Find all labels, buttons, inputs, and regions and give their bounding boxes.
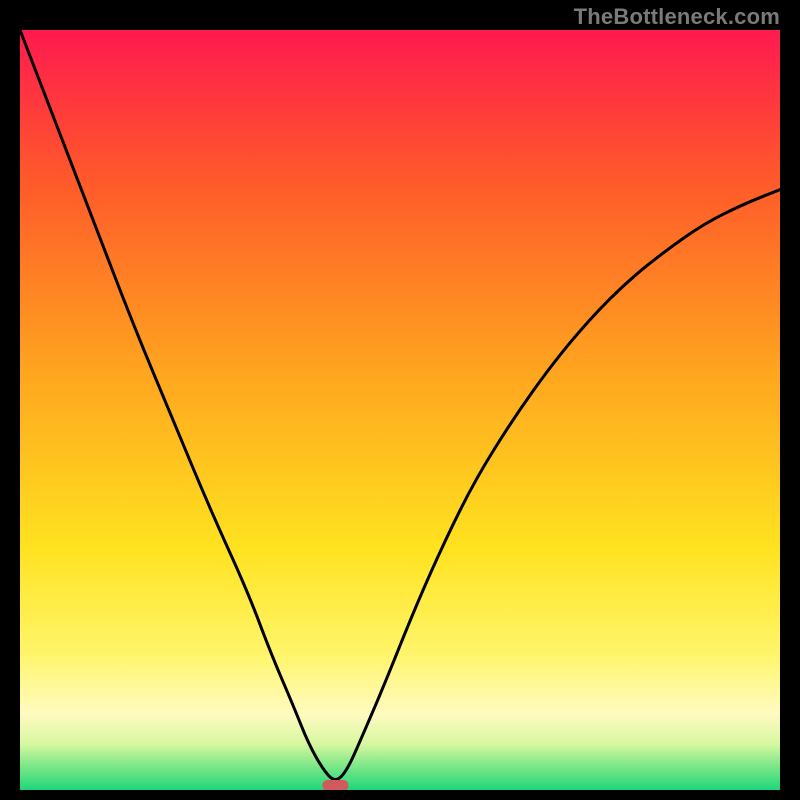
optimal-marker [322,780,348,790]
watermark-text: TheBottleneck.com [574,4,780,30]
chart-frame: TheBottleneck.com [0,0,800,800]
plot-background [20,30,780,790]
bottleneck-chart [20,30,780,790]
